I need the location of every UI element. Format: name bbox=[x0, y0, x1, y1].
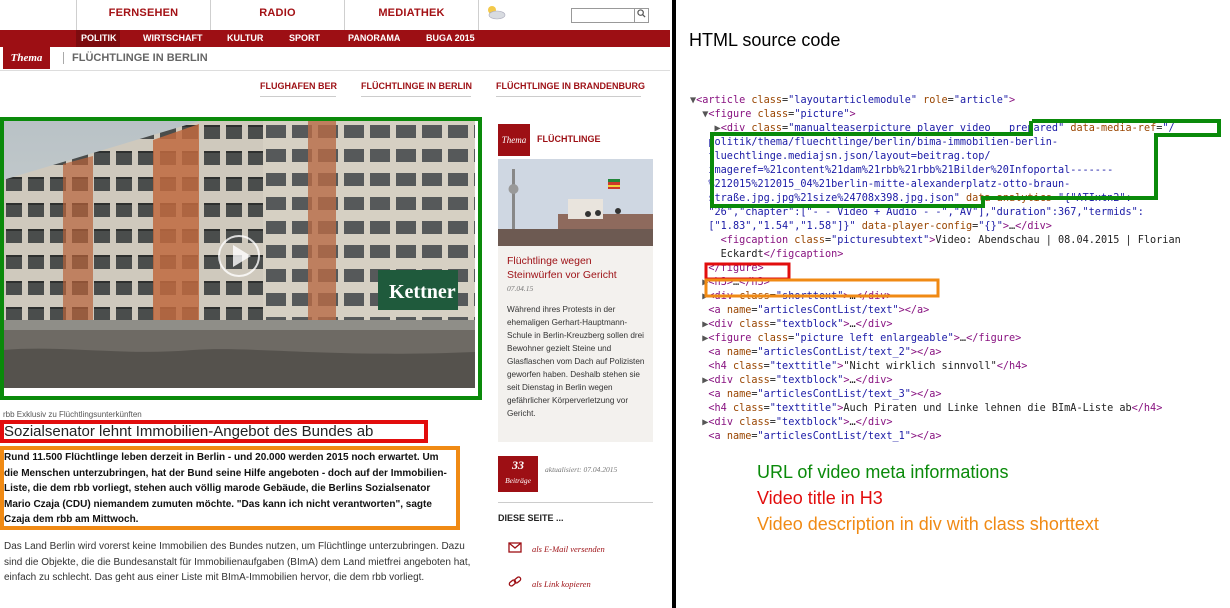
comment-count-badge[interactable]: 33 Beiträge bbox=[498, 456, 538, 492]
teaser-picture[interactable] bbox=[498, 159, 653, 246]
subnav-fluechtlinge-brandenburg[interactable]: FLÜCHTLINGE IN BRANDENBURG bbox=[496, 81, 645, 91]
subnav-underline bbox=[260, 96, 336, 97]
nav-tab-mediathek[interactable]: MEDIATHEK bbox=[345, 0, 478, 30]
nav-section-panorama[interactable]: PANORAMA bbox=[348, 30, 400, 47]
code-highlight-h3 bbox=[704, 262, 791, 281]
search-button[interactable] bbox=[634, 8, 649, 23]
website-screenshot: FERNSEHEN RADIO MEDIATHEK POLITIK WIRTSC… bbox=[0, 0, 672, 608]
subnav-underline bbox=[361, 96, 471, 97]
subnav-underline bbox=[496, 96, 641, 97]
picture-caption: rbb Exklusiv zu Flüchtlingsunterkünften bbox=[3, 410, 142, 419]
share-copy-link[interactable]: als Link kopieren bbox=[532, 579, 591, 589]
legend-video-description: Video description in div with class shor… bbox=[757, 514, 1099, 534]
share-heading: DIESE SEITE ... bbox=[498, 513, 564, 523]
thema-title[interactable]: FLÜCHTLINGE IN BERLIN bbox=[72, 47, 208, 69]
nav-section-sport[interactable]: SPORT bbox=[289, 30, 320, 47]
code-highlight-shorttext bbox=[704, 278, 940, 298]
teaser-thema-badge: Thema bbox=[498, 124, 530, 156]
legend-video-meta: URL of video meta informations bbox=[757, 462, 1009, 482]
comment-count: 33 bbox=[512, 458, 524, 472]
teaser-headline[interactable]: Flüchtlinge wegen Steinwürfen vor Gerich… bbox=[507, 254, 647, 282]
nav-section-kultur[interactable]: KULTUR bbox=[227, 30, 263, 47]
search-input[interactable] bbox=[571, 8, 635, 23]
subnav-flughafen-ber[interactable]: FLUGHAFEN BER bbox=[260, 81, 337, 91]
nav-tab-fernsehen[interactable]: FERNSEHEN bbox=[77, 0, 210, 30]
article-body: Das Land Berlin wird vorerst keine Immob… bbox=[4, 541, 471, 583]
divider bbox=[498, 502, 653, 503]
link-icon bbox=[508, 576, 522, 587]
subnav-fluechtlinge-berlin[interactable]: FLÜCHTLINGE IN BERLIN bbox=[361, 81, 472, 91]
tv-tower-photo bbox=[498, 159, 653, 246]
email-icon bbox=[508, 542, 522, 553]
share-email-link[interactable]: als E-Mail versenden bbox=[532, 544, 605, 554]
updated-date: aktualisiert: 07.04.2015 bbox=[545, 465, 618, 474]
nav-section-politik[interactable]: POLITIK bbox=[81, 30, 117, 47]
thema-separator bbox=[63, 52, 64, 64]
highlight-video-meta bbox=[0, 117, 482, 400]
teaser-body: Während ihres Protests in der ehemaligen… bbox=[507, 305, 645, 418]
legend-video-title: Video title in H3 bbox=[757, 488, 883, 508]
thema-badge: Thema bbox=[3, 47, 50, 69]
weather-icon[interactable] bbox=[484, 4, 506, 20]
code-highlight-video-meta bbox=[710, 119, 1221, 208]
search-icon bbox=[637, 9, 646, 18]
teaser-topic[interactable]: FLÜCHTLINGE bbox=[537, 134, 601, 144]
article-shorttext: Rund 11.500 Flüchtlinge leben derzeit in… bbox=[4, 452, 447, 525]
article-h3-title: Sozialsenator lehnt Immobilien-Angebot d… bbox=[4, 423, 374, 440]
nav-section-wirtschaft[interactable]: WIRTSCHAFT bbox=[143, 30, 203, 47]
nav-section-buga[interactable]: BUGA 2015 bbox=[426, 30, 475, 47]
comment-label: Beiträge bbox=[505, 476, 531, 485]
divider bbox=[0, 70, 670, 71]
nav-separator bbox=[478, 0, 479, 30]
nav-tab-radio[interactable]: RADIO bbox=[211, 0, 344, 30]
teaser-date: 07.04.15 bbox=[507, 284, 534, 293]
